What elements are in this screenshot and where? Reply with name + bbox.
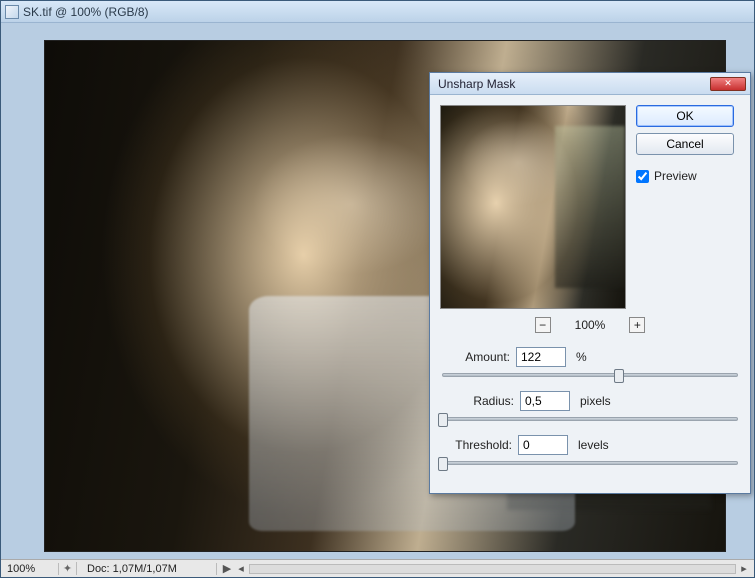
filter-preview[interactable] bbox=[440, 105, 626, 309]
radius-label: Radius: bbox=[440, 394, 514, 408]
status-bar: 100% ✦ Doc: 1,07M/1,07M ▶ ◂ ▸ bbox=[1, 559, 754, 577]
close-icon[interactable]: ✕ bbox=[710, 77, 746, 91]
radius-slider[interactable] bbox=[442, 417, 738, 421]
scroll-right-icon[interactable]: ▸ bbox=[738, 562, 750, 575]
dialog-titlebar[interactable]: Unsharp Mask ✕ bbox=[430, 73, 750, 95]
threshold-input[interactable] bbox=[518, 435, 568, 455]
threshold-unit: levels bbox=[578, 438, 609, 452]
radius-input[interactable] bbox=[520, 391, 570, 411]
document-titlebar[interactable]: SK.tif @ 100% (RGB/8) bbox=[1, 1, 754, 23]
preview-checkbox-row[interactable]: Preview bbox=[636, 169, 734, 183]
zoom-in-button[interactable]: + bbox=[629, 317, 645, 333]
status-doc-info: Doc: 1,07M/1,07M bbox=[77, 563, 217, 575]
radius-unit: pixels bbox=[580, 394, 611, 408]
cancel-button[interactable]: Cancel bbox=[636, 133, 734, 155]
scroll-menu-icon[interactable]: ▶ bbox=[221, 562, 233, 575]
horizontal-scrollbar[interactable]: ▶ ◂ ▸ bbox=[217, 562, 754, 575]
amount-input[interactable] bbox=[516, 347, 566, 367]
preview-checkbox-label: Preview bbox=[654, 169, 697, 183]
preview-checkbox[interactable] bbox=[636, 170, 649, 183]
canvas-area: Unsharp Mask ✕ OK Cancel Preview bbox=[1, 23, 754, 559]
amount-unit: % bbox=[576, 350, 587, 364]
ok-button[interactable]: OK bbox=[636, 105, 734, 127]
scroll-left-icon[interactable]: ◂ bbox=[235, 562, 247, 575]
unsharp-mask-dialog: Unsharp Mask ✕ OK Cancel Preview bbox=[429, 72, 751, 494]
radius-slider-thumb[interactable] bbox=[438, 413, 448, 427]
dialog-body: OK Cancel Preview − 100% + Amou bbox=[430, 95, 750, 493]
document-title: SK.tif @ 100% (RGB/8) bbox=[23, 5, 149, 19]
threshold-slider-thumb[interactable] bbox=[438, 457, 448, 471]
amount-label: Amount: bbox=[440, 350, 510, 364]
threshold-label: Threshold: bbox=[440, 438, 512, 452]
document-icon bbox=[5, 5, 19, 19]
zoom-out-button[interactable]: − bbox=[535, 317, 551, 333]
amount-slider[interactable] bbox=[442, 373, 738, 377]
scroll-track[interactable] bbox=[249, 564, 736, 574]
preview-image bbox=[441, 106, 625, 308]
amount-slider-thumb[interactable] bbox=[614, 369, 624, 383]
preview-zoom-value: 100% bbox=[575, 318, 606, 332]
dialog-title: Unsharp Mask bbox=[434, 77, 710, 91]
status-zoom[interactable]: 100% bbox=[1, 563, 59, 575]
threshold-slider[interactable] bbox=[442, 461, 738, 465]
document-window: SK.tif @ 100% (RGB/8) Unsharp Mask ✕ OK … bbox=[0, 0, 755, 578]
status-hand-icon[interactable]: ✦ bbox=[59, 562, 77, 575]
